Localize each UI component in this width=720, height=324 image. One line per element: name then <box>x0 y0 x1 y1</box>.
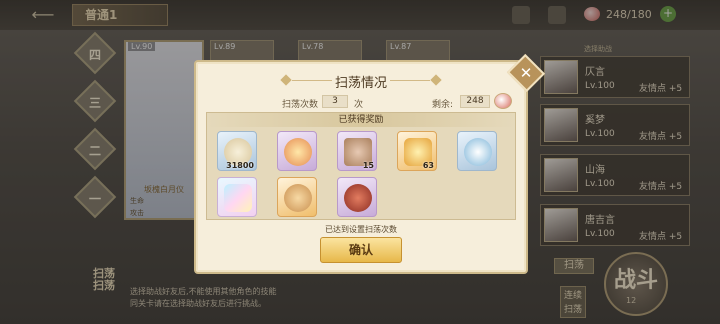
rice-ball-icon <box>494 93 512 109</box>
reward-item[interactable] <box>277 177 317 217</box>
reward-header: 已获得奖励 <box>207 113 515 127</box>
reward-panel: 已获得奖励 31800 15 63 <box>206 112 516 220</box>
item-quantity: 15 <box>362 161 374 170</box>
pot-icon <box>344 184 372 212</box>
cookie-icon <box>284 184 312 212</box>
reward-item[interactable] <box>457 131 497 171</box>
dialog-title: 扫荡情况 <box>334 76 387 91</box>
sweep-count-unit: 次 <box>354 100 364 110</box>
rainbow-shard-icon <box>224 184 252 212</box>
sweep-result-dialog: 扫荡情况 扫荡次数 3 次 剩余: 248 已获得奖励 31800 15 63 <box>194 60 528 274</box>
dessert-icon <box>284 138 312 166</box>
sweep-complete-text: 已达到设置扫荡次数 <box>325 225 397 234</box>
reward-item[interactable] <box>217 177 257 217</box>
item-quantity: 63 <box>422 161 434 170</box>
reward-item[interactable]: 31800 <box>217 131 257 171</box>
reward-item[interactable] <box>277 131 317 171</box>
reward-item[interactable]: 63 <box>397 131 437 171</box>
chef-icon <box>464 138 492 166</box>
remaining-label: 剩余: <box>432 100 454 110</box>
sweep-count-label: 扫荡次数 <box>282 100 319 110</box>
reward-item[interactable]: 15 <box>337 131 377 171</box>
item-quantity: 31800 <box>226 161 254 170</box>
reward-item[interactable] <box>337 177 377 217</box>
confirm-button[interactable]: 确认 <box>320 237 402 263</box>
close-icon[interactable]: ✕ <box>512 60 540 86</box>
sweep-count-value: 3 <box>322 95 348 108</box>
remaining-value: 248 <box>460 95 490 108</box>
